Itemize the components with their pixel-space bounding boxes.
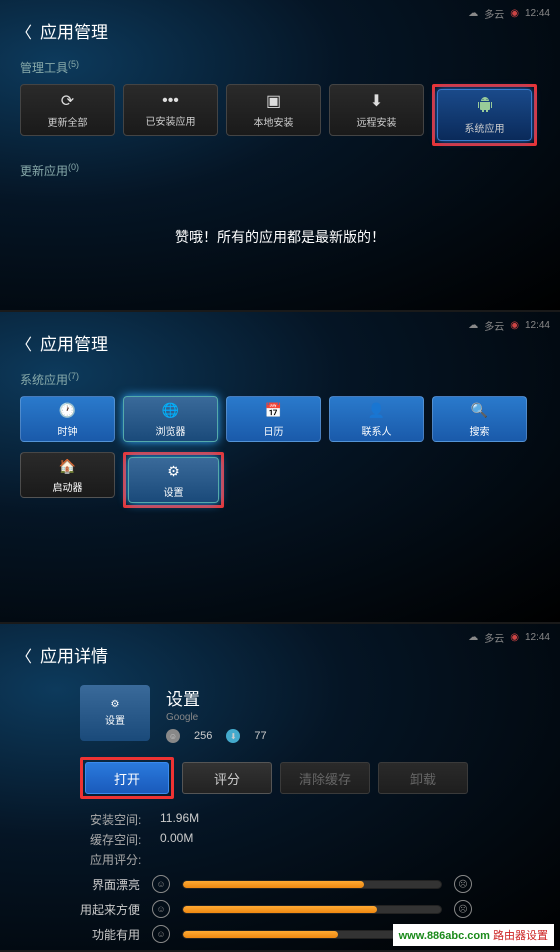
page-title: 应用管理: [40, 330, 108, 355]
highlight-system-apps: 系统应用: [432, 84, 537, 146]
apps-row-2: 🏠 启动器 ⚙ 设置: [0, 452, 560, 518]
app-contacts[interactable]: 👤 联系人: [329, 396, 424, 442]
clock-text: 12:44: [525, 320, 550, 331]
empty-message: 赞哦！所有的应用都是最新版的！: [0, 227, 560, 247]
cache-size-row: 缓存空间: 0.00M: [90, 831, 540, 848]
page-title: 应用管理: [40, 18, 108, 43]
highlight-open: 打开: [80, 757, 174, 799]
sad-icon[interactable]: ☹: [454, 875, 472, 893]
wifi-icon: ◉: [510, 320, 519, 331]
app-launcher[interactable]: 🏠 启动器: [20, 452, 115, 498]
tool-update-all[interactable]: ⟳ 更新全部: [20, 84, 115, 136]
apps-row-1: 🕐 时钟 🌐 浏览器 📅 日历 👤 联系人 🔍 搜索: [0, 396, 560, 452]
action-buttons: 打开 评分 清除缓存 卸载: [80, 757, 540, 799]
section-updates-label: 更新应用(0): [0, 156, 560, 187]
stat-icon-1: ☺: [166, 729, 180, 743]
rating-label-row: 应用评分:: [90, 851, 540, 868]
calendar-icon: 📅: [261, 401, 287, 421]
tool-installed[interactable]: ••• 已安装应用: [123, 84, 218, 136]
globe-icon: 🌐: [158, 401, 184, 421]
open-button[interactable]: 打开: [85, 762, 169, 794]
sad-icon[interactable]: ☹: [454, 900, 472, 918]
tool-local-install[interactable]: ▣ 本地安装: [226, 84, 321, 136]
app-icon-box: ⚙ 设置: [80, 685, 150, 741]
app-search[interactable]: 🔍 搜索: [432, 396, 527, 442]
rating-bar: [182, 880, 442, 889]
rating-ease: 用起来方便 ☺ ☹: [60, 900, 540, 918]
search-icon: 🔍: [467, 401, 493, 421]
install-size-row: 安装空间: 11.96M: [90, 811, 540, 828]
home-icon: 🏠: [55, 457, 81, 477]
settings-icon: ⚙: [161, 462, 187, 482]
clock-icon: 🕐: [55, 401, 81, 421]
weather-text: 多云: [484, 630, 504, 645]
status-bar: ☁ 多云 ◉ 12:44: [468, 318, 550, 333]
cache-size-value: 0.00M: [160, 831, 193, 848]
clock-text: 12:44: [525, 632, 550, 643]
smiley-icon[interactable]: ☺: [152, 925, 170, 943]
page-title: 应用详情: [40, 642, 108, 667]
weather-text: 多云: [484, 318, 504, 333]
back-icon[interactable]: 〈: [16, 331, 32, 355]
weather-icon: ☁: [468, 320, 478, 331]
back-icon[interactable]: 〈: [16, 643, 32, 667]
app-browser[interactable]: 🌐 浏览器: [123, 396, 218, 442]
contacts-icon: 👤: [364, 401, 390, 421]
smiley-icon[interactable]: ☺: [152, 875, 170, 893]
watermark: www.886abc.com 路由器设置: [393, 924, 554, 946]
clock-text: 12:44: [525, 8, 550, 19]
status-bar: ☁ 多云 ◉ 12:44: [468, 6, 550, 21]
settings-icon: ⚙: [111, 699, 120, 710]
app-settings[interactable]: ⚙ 设置: [128, 457, 219, 503]
package-icon: ▣: [266, 91, 281, 111]
app-calendar[interactable]: 📅 日历: [226, 396, 321, 442]
rate-button[interactable]: 评分: [182, 762, 272, 794]
highlight-settings: ⚙ 设置: [123, 452, 224, 508]
stat-icon-2: ⬇: [226, 729, 240, 743]
section-tools-label: 管理工具(5): [0, 53, 560, 84]
app-stats: ☺256 ⬇77: [166, 729, 267, 743]
smiley-icon[interactable]: ☺: [152, 900, 170, 918]
back-icon[interactable]: 〈: [16, 19, 32, 43]
wifi-icon: ◉: [510, 632, 519, 643]
weather-icon: ☁: [468, 632, 478, 643]
section-system-apps-label: 系统应用(7): [0, 365, 560, 396]
rating-bar: [182, 905, 442, 914]
app-vendor: Google: [166, 712, 267, 723]
app-clock[interactable]: 🕐 时钟: [20, 396, 115, 442]
weather-text: 多云: [484, 6, 504, 21]
clear-cache-button[interactable]: 清除缓存: [280, 762, 370, 794]
app-detail-header: ⚙ 设置 设置 Google ☺256 ⬇77: [80, 685, 540, 743]
tools-row: ⟳ 更新全部 ••• 已安装应用 ▣ 本地安装 ⬇ 远程安装 系统应用: [0, 84, 560, 156]
rating-ui: 界面漂亮 ☺ ☹: [60, 875, 540, 893]
status-bar: ☁ 多云 ◉ 12:44: [468, 630, 550, 645]
app-name: 设置: [166, 685, 267, 710]
refresh-icon: ⟳: [61, 91, 74, 111]
android-icon: [476, 96, 494, 117]
uninstall-button[interactable]: 卸载: [378, 762, 468, 794]
tool-remote-install[interactable]: ⬇ 远程安装: [329, 84, 424, 136]
wifi-icon: ◉: [510, 8, 519, 19]
dots-icon: •••: [162, 92, 179, 110]
weather-icon: ☁: [468, 8, 478, 19]
tool-system-apps[interactable]: 系统应用: [437, 89, 532, 141]
install-size-value: 11.96M: [160, 811, 199, 828]
download-icon: ⬇: [370, 91, 383, 111]
